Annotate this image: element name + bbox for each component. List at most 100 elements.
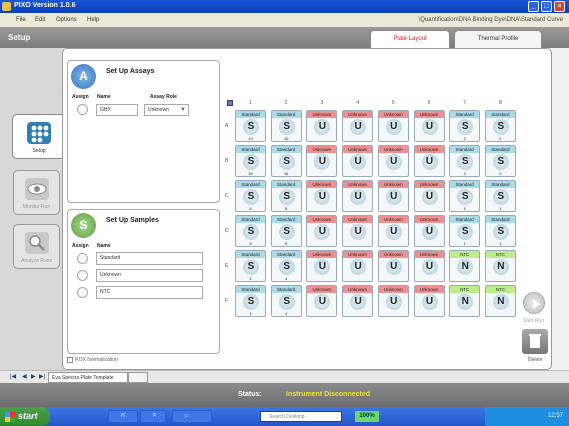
well-role-letter: U: [385, 294, 402, 310]
nav-first-icon[interactable]: |◀: [10, 373, 16, 380]
sidebar-item-analyze-runs[interactable]: Analyze Runs: [13, 224, 60, 269]
nav-next-icon[interactable]: ▶: [31, 373, 36, 380]
well-role-letter: S: [243, 119, 259, 135]
nav-last-icon[interactable]: ▶|: [39, 373, 45, 380]
well-role-label: Standard: [236, 146, 265, 153]
plate-well[interactable]: Unknown U: [413, 145, 445, 177]
plate-row-header[interactable]: C: [225, 193, 229, 199]
plate-well[interactable]: Standard S 1: [449, 180, 481, 212]
plate-row-header[interactable]: F: [225, 298, 228, 304]
template-tab[interactable]: Eva Spectra Plate Template: [48, 372, 128, 383]
plate-row-header[interactable]: E: [225, 263, 228, 269]
plate-well[interactable]: NTC N: [484, 285, 516, 317]
well-role-letter: U: [350, 259, 367, 275]
nav-prev-icon[interactable]: ◀: [22, 373, 27, 380]
plate-row-header[interactable]: D: [225, 228, 229, 234]
well-role-letter: U: [421, 224, 438, 240]
plate-well[interactable]: Standard S 4: [235, 250, 266, 282]
desktop-search-input[interactable]: Search Desktop: [260, 411, 342, 422]
tab-plate-layout[interactable]: Plate Layout: [370, 30, 450, 48]
zoom-indicator[interactable]: 100%: [355, 411, 379, 422]
plate-well[interactable]: NTC N: [449, 285, 481, 317]
well-role-label: Unknown: [307, 251, 337, 258]
plate-well[interactable]: Standard S 1: [484, 215, 516, 247]
menu-edit[interactable]: Edit: [35, 17, 45, 23]
minimize-button[interactable]: _: [528, 1, 539, 12]
plate-well[interactable]: Unknown U: [342, 285, 374, 317]
well-role-label: Unknown: [307, 146, 337, 153]
plate-well[interactable]: Unknown U: [377, 180, 409, 212]
plate-well[interactable]: Standard S 8: [235, 180, 266, 212]
plate-well[interactable]: Unknown U: [377, 250, 409, 282]
well-quantity: 4: [249, 311, 252, 316]
tab-thermal-profile[interactable]: Thermal Profile: [454, 30, 542, 48]
well-role-letter: S: [278, 259, 295, 275]
plate-well[interactable]: Unknown U: [306, 110, 338, 142]
well-role-label: Unknown: [343, 286, 373, 293]
plate-well[interactable]: Unknown U: [342, 145, 374, 177]
plate-well[interactable]: Unknown U: [413, 215, 445, 247]
menu-options[interactable]: Options: [56, 17, 77, 23]
plate-column-header[interactable]: 8: [485, 100, 516, 106]
plate-column-header[interactable]: 6: [414, 100, 445, 106]
plate-well[interactable]: Unknown U: [377, 145, 409, 177]
plate-row-header[interactable]: B: [225, 158, 228, 164]
sidebar-item-setup[interactable]: Setup: [12, 114, 66, 159]
plate-well[interactable]: Unknown U: [306, 180, 338, 212]
plate-well[interactable]: Unknown U: [413, 250, 445, 282]
plate-well[interactable]: Standard S 4: [270, 285, 302, 317]
taskbar-task[interactable]: u: [172, 410, 212, 423]
new-tab-button[interactable]: [128, 372, 148, 383]
close-button[interactable]: ×: [554, 1, 565, 12]
plate-well[interactable]: Standard S 2: [484, 110, 516, 142]
plate-well[interactable]: NTC N: [449, 250, 481, 282]
plate-well[interactable]: Unknown U: [342, 215, 374, 247]
plate-column-header[interactable]: 4: [342, 100, 373, 106]
plate-well[interactable]: Standard S 10: [270, 110, 302, 142]
plate-well[interactable]: Standard S 8: [270, 215, 302, 247]
well-role-letter: U: [350, 189, 367, 205]
plate-column-header[interactable]: 7: [449, 100, 480, 106]
plate-well[interactable]: Unknown U: [413, 110, 445, 142]
plate-well[interactable]: Unknown U: [306, 215, 338, 247]
plate-well[interactable]: Standard S 16: [270, 145, 302, 177]
plate-well[interactable]: Unknown U: [413, 180, 445, 212]
start-run-button[interactable]: [523, 292, 545, 314]
plate-well[interactable]: Standard S 8: [270, 180, 302, 212]
plate-well[interactable]: Standard S 8: [235, 215, 266, 247]
plate-well[interactable]: Unknown U: [413, 285, 445, 317]
plate-well[interactable]: Unknown U: [342, 110, 374, 142]
plate-well[interactable]: Standard S 2: [484, 145, 516, 177]
plate-well[interactable]: Unknown U: [377, 215, 409, 247]
plate-well[interactable]: Standard S 4: [235, 285, 266, 317]
plate-well[interactable]: NTC N: [484, 250, 516, 282]
plate-well[interactable]: Standard S 16: [235, 145, 266, 177]
plate-column-header[interactable]: 2: [271, 100, 302, 106]
plate-well[interactable]: Unknown U: [306, 250, 338, 282]
menu-file[interactable]: File: [16, 17, 26, 23]
plate-well[interactable]: Standard S 2: [449, 145, 481, 177]
menu-help[interactable]: Help: [87, 17, 99, 23]
plate-well[interactable]: Standard S 2: [449, 110, 481, 142]
plate-well[interactable]: Unknown U: [377, 285, 409, 317]
plate-row-header[interactable]: A: [225, 123, 228, 129]
plate-well[interactable]: Unknown U: [306, 285, 338, 317]
plate-well[interactable]: Standard S 10: [235, 110, 266, 142]
taskbar-task[interactable]: H: [108, 410, 138, 423]
plate-well[interactable]: Standard S 4: [270, 250, 302, 282]
plate-column-header[interactable]: 5: [378, 100, 409, 106]
plate-well[interactable]: Unknown U: [342, 250, 374, 282]
well-role-label: Standard: [271, 216, 301, 223]
plate-well[interactable]: Standard S 1: [484, 180, 516, 212]
plate-well[interactable]: Unknown U: [306, 145, 338, 177]
plate-well[interactable]: Standard S 1: [449, 215, 481, 247]
trash-icon: [529, 334, 541, 348]
delete-button[interactable]: [522, 329, 548, 354]
plate-column-header[interactable]: 3: [306, 100, 337, 106]
sidebar-item-monitor-run[interactable]: Monitor Run: [13, 170, 60, 215]
plate-well[interactable]: Unknown U: [342, 180, 374, 212]
taskbar-task[interactable]: P: [140, 410, 166, 423]
maximize-button[interactable]: □: [541, 1, 552, 12]
plate-column-header[interactable]: 1: [235, 100, 266, 106]
plate-well[interactable]: Unknown U: [377, 110, 409, 142]
